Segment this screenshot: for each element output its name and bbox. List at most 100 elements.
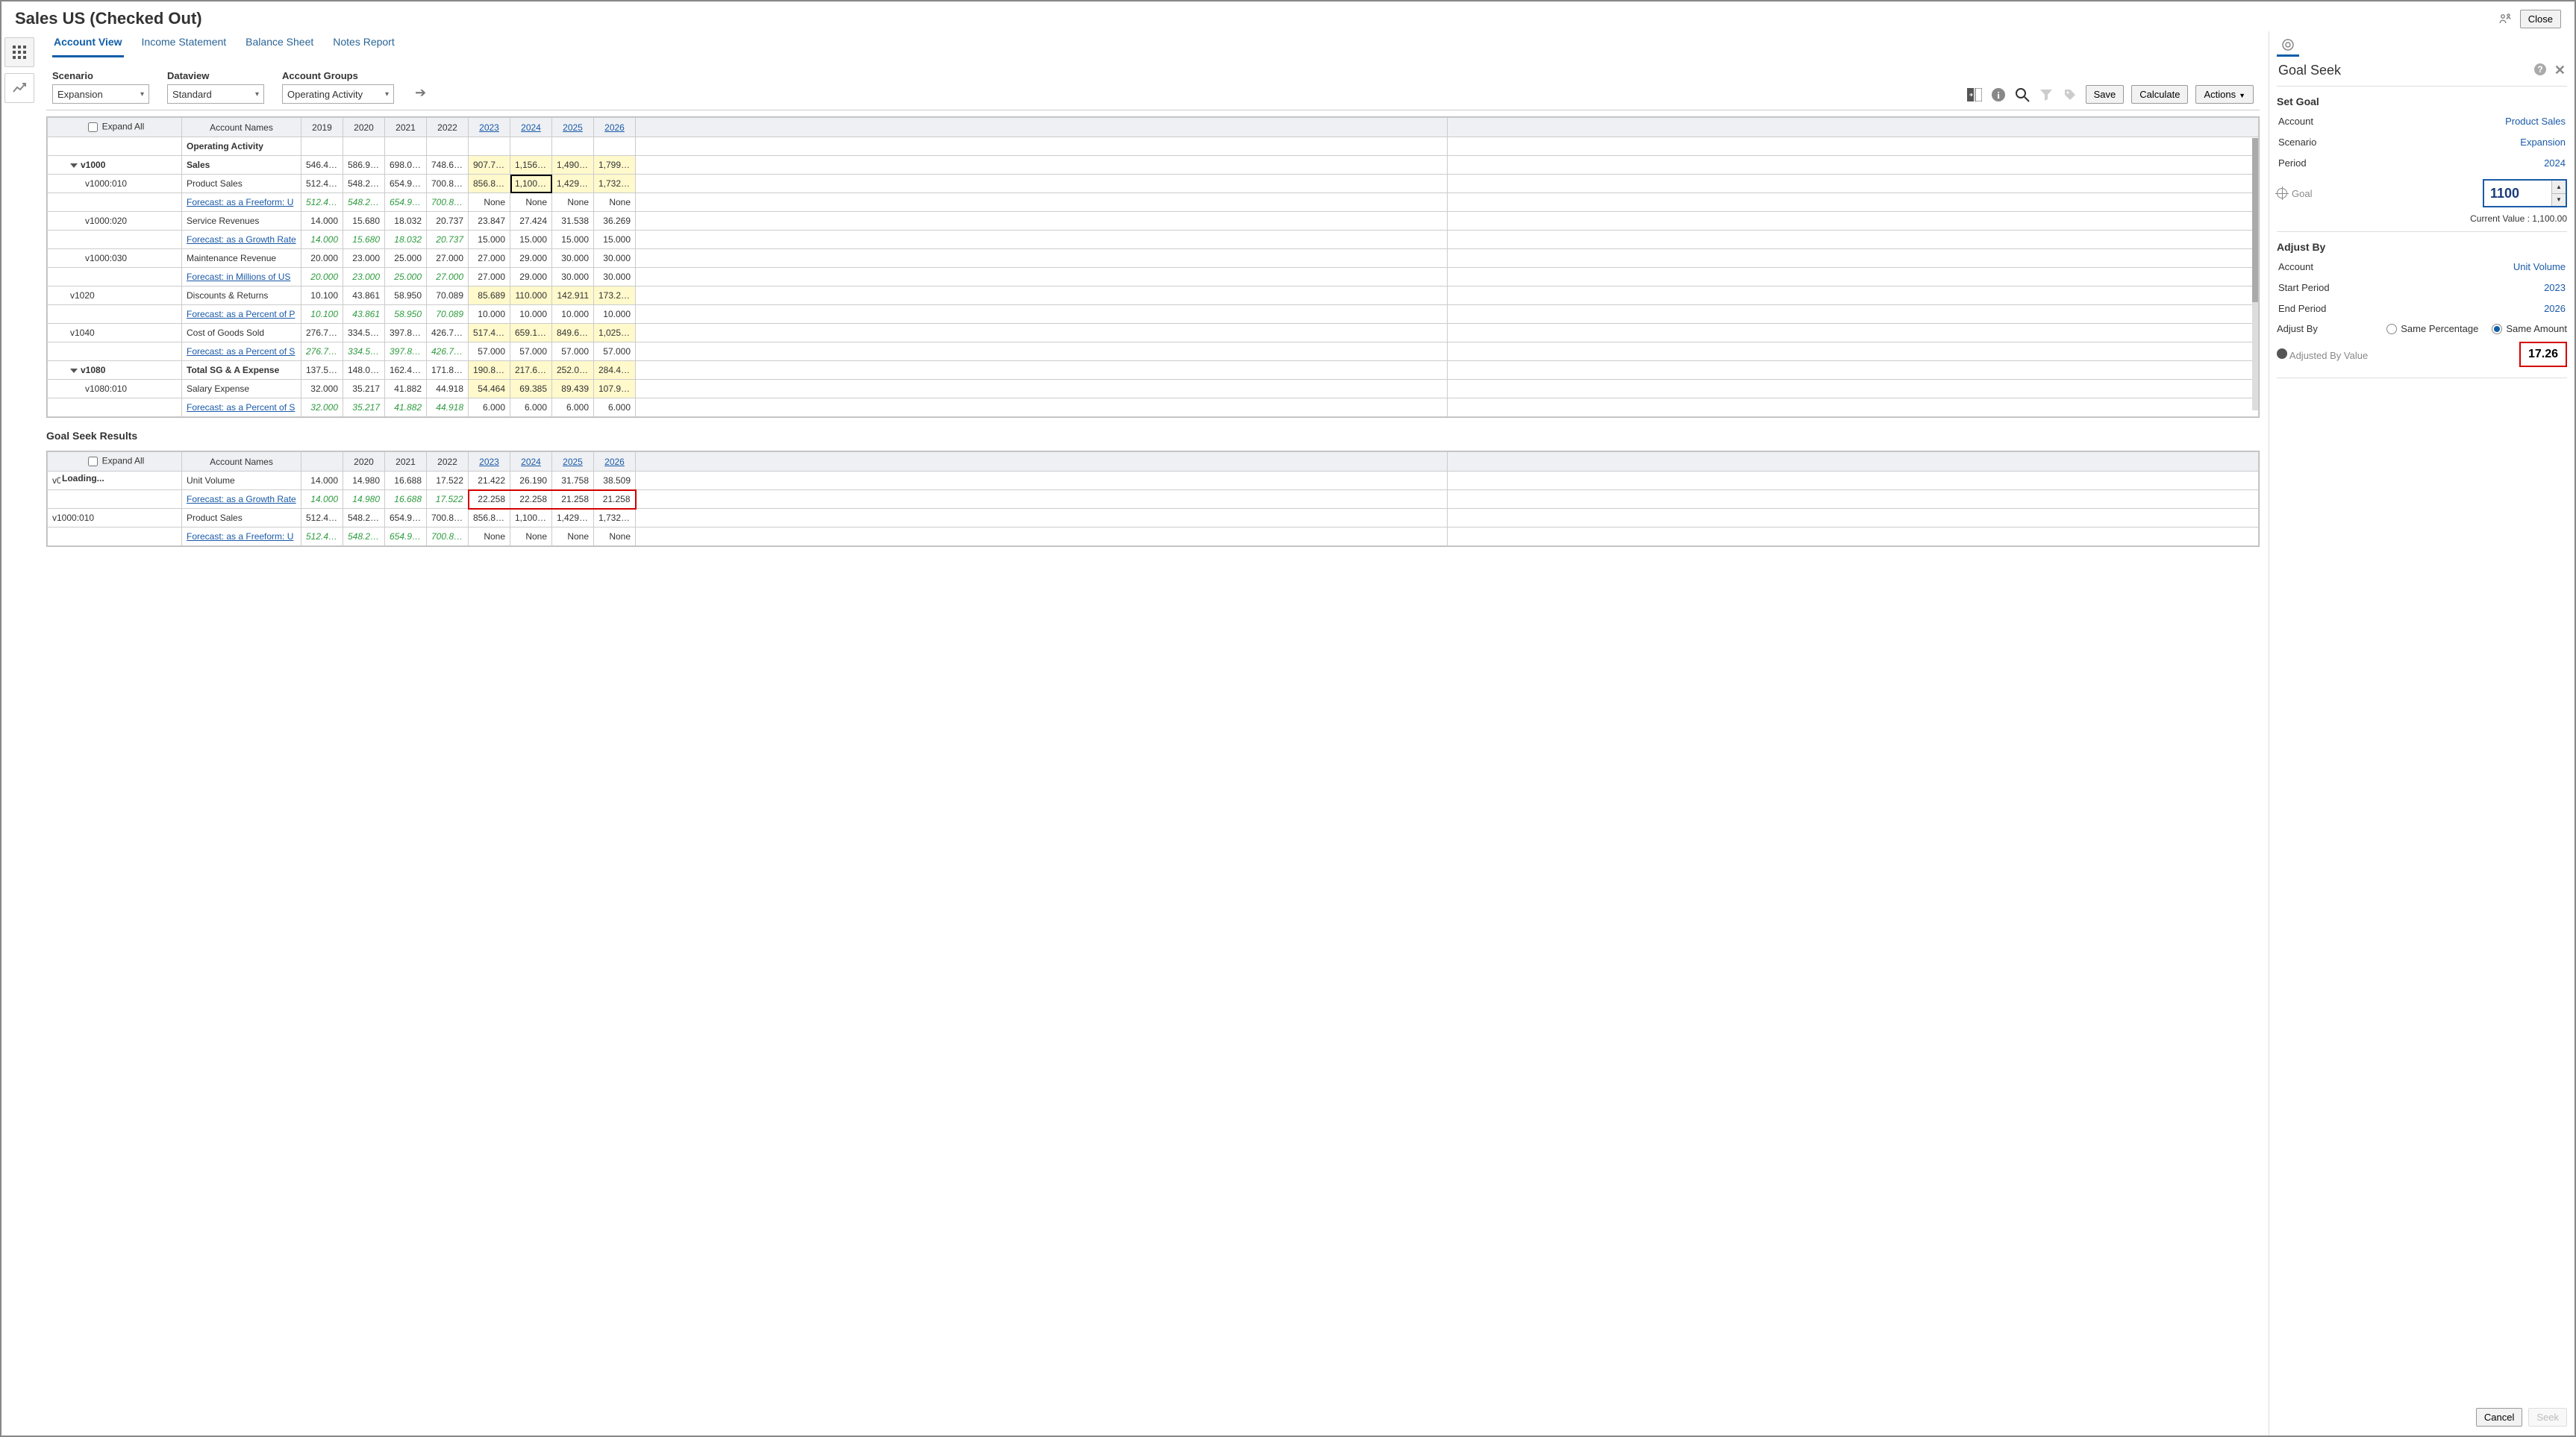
account-code[interactable]: v1040 <box>48 324 182 342</box>
grid-cell[interactable]: 276.700 <box>301 324 343 342</box>
grid-cell[interactable]: 10.000 <box>510 305 552 324</box>
grid-cell[interactable]: 15.680 <box>343 212 385 231</box>
grid-cell[interactable]: 17.522 <box>427 472 469 490</box>
grid-cell[interactable]: 1,156.42 <box>510 156 552 175</box>
grid-cell[interactable]: 17.522 <box>427 490 469 509</box>
grid-cell[interactable]: 29.000 <box>510 268 552 287</box>
grid-cell[interactable]: 110.000 <box>510 287 552 305</box>
grid-cell[interactable]: 14.000 <box>301 472 343 490</box>
grid-cell[interactable]: 69.385 <box>510 380 552 398</box>
grid-cell[interactable]: 35.217 <box>343 380 385 398</box>
save-button[interactable]: Save <box>2086 85 2125 104</box>
panel-tab-target-icon[interactable] <box>2277 34 2299 57</box>
end-period-value-link[interactable]: 2026 <box>2544 303 2566 314</box>
grid-cell[interactable]: 171.871 <box>427 361 469 380</box>
grid-cell[interactable]: 27.000 <box>469 249 510 268</box>
forecast-link[interactable]: Forecast: as a Percent of S <box>187 402 295 413</box>
grid-cell[interactable]: 654.999 <box>385 509 427 527</box>
grid-cell[interactable]: None <box>552 527 594 546</box>
grid-cell[interactable]: 700.891 <box>427 509 469 527</box>
grid-cell[interactable]: 32.000 <box>301 398 343 417</box>
grid-cell[interactable]: 43.861 <box>343 305 385 324</box>
radio-same-percentage[interactable]: Same Percentage <box>2386 323 2478 334</box>
grid-cell[interactable]: 6.000 <box>594 398 636 417</box>
grid-cell[interactable]: 654.999 <box>385 193 427 212</box>
grid-cell[interactable]: 20.000 <box>301 268 343 287</box>
account-code[interactable]: v1000:010 <box>48 509 182 527</box>
tab-balance-sheet[interactable]: Balance Sheet <box>244 31 315 57</box>
account-code[interactable]: v1020 <box>48 287 182 305</box>
forecast-link[interactable]: Forecast: as a Growth Rate <box>187 234 296 245</box>
grid-cell[interactable]: 26.190 <box>510 472 552 490</box>
grid-cell[interactable]: 334.560 <box>343 342 385 361</box>
search-icon[interactable] <box>2014 87 2031 103</box>
grid-cell[interactable]: 35.217 <box>343 398 385 417</box>
rail-grid-icon[interactable] <box>4 37 34 67</box>
grid-cell[interactable]: 334.560 <box>343 324 385 342</box>
account-groups-dropdown[interactable]: Operating Activity▾ <box>282 84 394 104</box>
grid-cell[interactable]: None <box>469 527 510 546</box>
grid-cell[interactable]: 654.999 <box>385 527 427 546</box>
grid-cell[interactable]: 548.268 <box>343 527 385 546</box>
grid-cell[interactable]: 31.538 <box>552 212 594 231</box>
grid-cell[interactable]: 21.258 <box>552 490 594 509</box>
grid-cell[interactable]: 1,429.11 <box>552 509 594 527</box>
grid-cell[interactable]: 89.439 <box>552 380 594 398</box>
grid-cell[interactable]: 18.032 <box>385 231 427 249</box>
grid-cell[interactable]: 14.000 <box>301 231 343 249</box>
grid-cell[interactable]: 15.000 <box>552 231 594 249</box>
goal-input[interactable] <box>2484 181 2551 206</box>
account-code[interactable]: v1000:020 <box>48 212 182 231</box>
grid-cell[interactable]: 27.000 <box>469 268 510 287</box>
grid-cell[interactable]: 23.000 <box>343 268 385 287</box>
grid-cell[interactable]: 252.004 <box>552 361 594 380</box>
grid-cell[interactable]: 44.918 <box>427 380 469 398</box>
grid-cell[interactable]: 546.400 <box>301 156 343 175</box>
goal-step-down[interactable]: ▼ <box>2552 194 2566 207</box>
grid-cell[interactable]: 27.424 <box>510 212 552 231</box>
grid-cell[interactable]: 23.847 <box>469 212 510 231</box>
grid-cell[interactable]: 512.400 <box>301 527 343 546</box>
grid-cell[interactable]: 31.758 <box>552 472 594 490</box>
grid-cell[interactable]: 20.737 <box>427 231 469 249</box>
grid-cell[interactable]: 1,732.90 <box>594 509 636 527</box>
grid-cell[interactable]: 15.000 <box>594 231 636 249</box>
grid-cell[interactable]: 43.861 <box>343 287 385 305</box>
grid-cell[interactable]: 162.416 <box>385 361 427 380</box>
grid-cell[interactable]: 512.400 <box>301 175 343 193</box>
grid-cell[interactable]: 21.422 <box>469 472 510 490</box>
grid-cell[interactable]: 14.000 <box>301 212 343 231</box>
adj-account-value-link[interactable]: Unit Volume <box>2513 261 2566 272</box>
grid-cell[interactable]: 58.950 <box>385 305 427 324</box>
account-code[interactable]: v1000:010 <box>48 175 182 193</box>
grid-cell[interactable]: 41.882 <box>385 398 427 417</box>
grid-cell[interactable]: 107.951 <box>594 380 636 398</box>
grid-cell[interactable]: 700.891 <box>427 193 469 212</box>
year-header[interactable]: 2025 <box>552 118 594 137</box>
grid-cell[interactable]: 1,100.00 <box>510 509 552 527</box>
year-header[interactable]: 2026 <box>594 118 636 137</box>
grid-cell[interactable]: 21.258 <box>594 490 636 509</box>
scenario-value-link[interactable]: Expansion <box>2520 137 2566 148</box>
grid-cell[interactable]: None <box>510 527 552 546</box>
grid-cell[interactable]: 700.891 <box>427 527 469 546</box>
grid-cell[interactable]: 41.882 <box>385 380 427 398</box>
grid-cell[interactable]: None <box>594 527 636 546</box>
grid-cell[interactable]: None <box>594 193 636 212</box>
rail-chart-icon[interactable] <box>4 73 34 103</box>
grid-cell[interactable]: 23.000 <box>343 249 385 268</box>
tab-account-view[interactable]: Account View <box>52 31 124 57</box>
grid-cell[interactable]: 586.948 <box>343 156 385 175</box>
grid-cell[interactable]: 137.500 <box>301 361 343 380</box>
grid-cell[interactable]: 30.000 <box>594 249 636 268</box>
tab-income-statement[interactable]: Income Statement <box>140 31 228 57</box>
grid-cell[interactable]: 6.000 <box>510 398 552 417</box>
grid-cell[interactable]: 1,490.64 <box>552 156 594 175</box>
grid-cell[interactable]: 1,799.17 <box>594 156 636 175</box>
forecast-link[interactable]: Forecast: as a Growth Rate <box>187 494 296 504</box>
grid-cell[interactable]: 27.000 <box>427 249 469 268</box>
grid-cell[interactable]: 20.737 <box>427 212 469 231</box>
scenario-dropdown[interactable]: Expansion▾ <box>52 84 149 104</box>
grid-cell[interactable]: 276.700 <box>301 342 343 361</box>
grid-cell[interactable]: 284.494 <box>594 361 636 380</box>
